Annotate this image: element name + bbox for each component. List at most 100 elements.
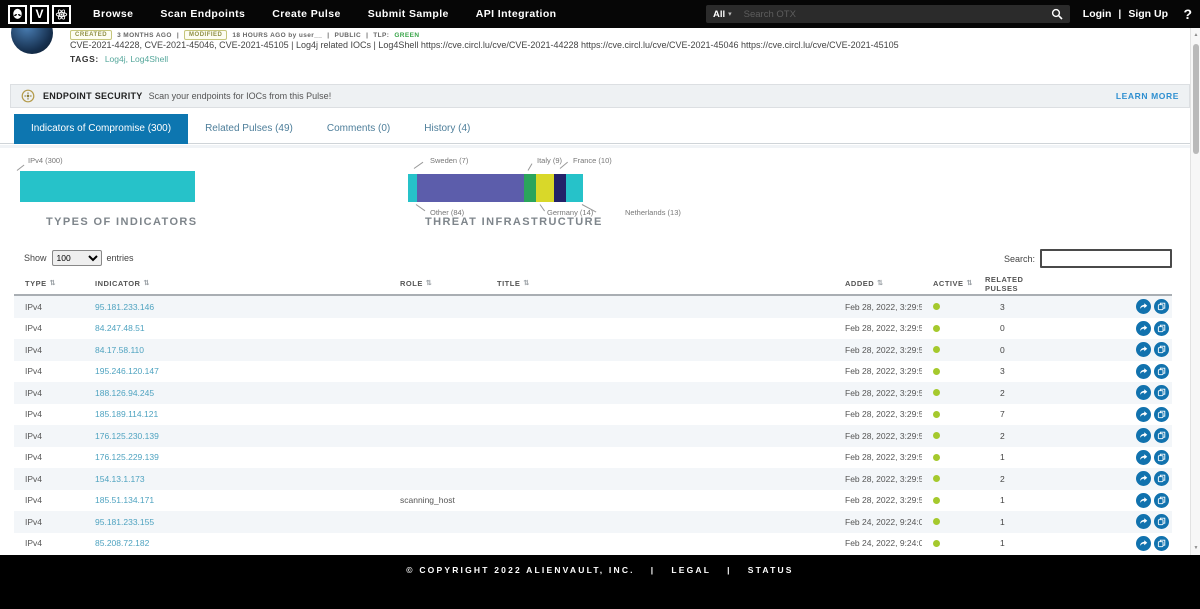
active-status-dot (933, 540, 940, 547)
share-indicator-button[interactable] (1136, 364, 1151, 379)
bar-segment-france[interactable] (554, 174, 567, 202)
copy-indicator-button[interactable] (1154, 321, 1169, 336)
share-indicator-button[interactable] (1136, 342, 1151, 357)
menu-browse[interactable]: Browse (93, 8, 133, 20)
indicator-link[interactable]: 95.181.233.146 (95, 302, 154, 312)
indicator-link[interactable]: 176.125.230.139 (95, 431, 159, 441)
entries-select[interactable]: 100 (52, 250, 102, 266)
cell-type: IPv4 (14, 474, 84, 484)
learn-more-link[interactable]: LEARN MORE (1116, 91, 1179, 101)
cell-added: Feb 28, 2022, 3:29:56 PM (834, 388, 922, 398)
indicator-link[interactable]: 85.208.72.182 (95, 538, 149, 548)
cell-added: Feb 28, 2022, 3:29:56 PM (834, 474, 922, 484)
callout-line (414, 162, 424, 169)
cell-role: scanning_host (389, 495, 486, 505)
meta-divider: | (327, 32, 329, 39)
copy-indicator-button[interactable] (1154, 514, 1169, 529)
otx-logo[interactable]: V (8, 5, 71, 24)
column-header-title[interactable]: TITLE⇅ (486, 279, 834, 288)
column-header-indicator[interactable]: INDICATOR⇅ (84, 279, 389, 288)
share-indicator-button[interactable] (1136, 514, 1151, 529)
copy-indicator-button[interactable] (1154, 536, 1169, 551)
column-header-role[interactable]: ROLE⇅ (389, 279, 486, 288)
sort-icon[interactable]: ⇅ (426, 279, 432, 287)
menu-scan-endpoints[interactable]: Scan Endpoints (160, 8, 245, 20)
scrollbar-thumb[interactable] (1193, 44, 1199, 154)
menu-create-pulse[interactable]: Create Pulse (272, 8, 340, 20)
cell-added: Feb 28, 2022, 3:29:56 PM (834, 366, 922, 376)
table-search-input[interactable] (1040, 249, 1172, 268)
cell-type: IPv4 (14, 302, 84, 312)
tab-comments[interactable]: Comments (0) (310, 114, 407, 144)
copy-indicator-button[interactable] (1154, 385, 1169, 400)
ioc-table: TYPE⇅INDICATOR⇅ROLE⇅TITLE⇅ADDED⇅ACTIVE⇅R… (14, 272, 1172, 554)
indicator-link[interactable]: 154.13.1.173 (95, 474, 145, 484)
copy-indicator-button[interactable] (1154, 299, 1169, 314)
copy-indicator-button[interactable] (1154, 407, 1169, 422)
indicator-link[interactable]: 95.181.233.155 (95, 517, 154, 527)
copy-indicator-button[interactable] (1154, 493, 1169, 508)
copy-indicator-button[interactable] (1154, 450, 1169, 465)
sort-icon[interactable]: ⇅ (877, 279, 883, 287)
bar-segment-other[interactable] (417, 174, 524, 202)
cell-active (922, 325, 974, 332)
signup-link[interactable]: Sign Up (1128, 8, 1168, 20)
indicator-link[interactable]: 84.247.48.51 (95, 323, 145, 333)
tab-indicators-of-compromise[interactable]: Indicators of Compromise (300) (14, 114, 188, 144)
menu-submit-sample[interactable]: Submit Sample (368, 8, 449, 20)
indicator-link[interactable]: 84.17.58.110 (95, 345, 144, 355)
copy-indicator-button[interactable] (1154, 428, 1169, 443)
active-status-dot (933, 454, 940, 461)
table-row: IPv4188.126.94.245Feb 28, 2022, 3:29:56 … (14, 382, 1172, 404)
indicator-link[interactable]: 185.51.134.171 (95, 495, 154, 505)
search-scope-dropdown[interactable]: All (713, 9, 725, 20)
legal-link[interactable]: LEGAL (671, 565, 711, 575)
top-nav-bar: V Browse Scan Endpoints Create Pulse Sub… (0, 0, 1200, 28)
indicator-link[interactable]: 195.246.120.147 (95, 366, 159, 376)
column-header-active[interactable]: ACTIVE⇅ (922, 279, 974, 288)
share-indicator-button[interactable] (1136, 450, 1151, 465)
indicator-link[interactable]: 176.125.229.139 (95, 452, 159, 462)
bar-segment-netherlands[interactable] (566, 174, 583, 202)
share-indicator-button[interactable] (1136, 321, 1151, 336)
login-link[interactable]: Login (1083, 8, 1112, 20)
copy-indicator-button[interactable] (1154, 364, 1169, 379)
copy-indicator-button[interactable] (1154, 342, 1169, 357)
global-search-input[interactable] (742, 8, 1051, 21)
share-indicator-button[interactable] (1136, 471, 1151, 486)
sort-icon[interactable]: ⇅ (523, 279, 529, 287)
tab-related-pulses[interactable]: Related Pulses (49) (188, 114, 310, 144)
cell-indicator: 185.189.114.121 (84, 409, 389, 419)
scroll-down-icon[interactable]: ▼ (1191, 545, 1200, 551)
column-header-added[interactable]: ADDED⇅ (834, 279, 922, 288)
bar-segment-germany[interactable] (536, 174, 554, 202)
pulse-tags: TAGS: Log4j, Log4Shell (70, 54, 168, 64)
cell-active (922, 303, 974, 310)
share-indicator-button[interactable] (1136, 493, 1151, 508)
tags-values[interactable]: Log4j, Log4Shell (105, 54, 168, 64)
share-indicator-button[interactable] (1136, 428, 1151, 443)
indicator-link[interactable]: 185.189.114.121 (95, 409, 158, 419)
page-scrollbar[interactable]: ▲ ▼ (1190, 28, 1200, 555)
scroll-up-icon[interactable]: ▲ (1191, 32, 1200, 38)
bar-segment-italy[interactable] (524, 174, 536, 202)
search-icon[interactable] (1051, 8, 1063, 20)
indicator-link[interactable]: 188.126.94.245 (95, 388, 154, 398)
bar-segment-ipv4[interactable] (20, 171, 195, 202)
cell-active (922, 346, 974, 353)
tab-history[interactable]: History (4) (407, 114, 487, 144)
cell-actions (1042, 342, 1172, 357)
share-indicator-button[interactable] (1136, 536, 1151, 551)
copy-indicator-button[interactable] (1154, 471, 1169, 486)
status-link[interactable]: STATUS (748, 565, 794, 575)
sort-icon[interactable]: ⇅ (143, 279, 149, 287)
bar-segment-sweden[interactable] (408, 174, 417, 202)
share-indicator-button[interactable] (1136, 407, 1151, 422)
column-header-type[interactable]: TYPE⇅ (14, 279, 84, 288)
sort-icon[interactable]: ⇅ (50, 279, 56, 287)
share-indicator-button[interactable] (1136, 299, 1151, 314)
sort-icon[interactable]: ⇅ (967, 279, 973, 287)
help-icon[interactable]: ? (1183, 0, 1192, 28)
menu-api-integration[interactable]: API Integration (476, 8, 557, 20)
share-indicator-button[interactable] (1136, 385, 1151, 400)
